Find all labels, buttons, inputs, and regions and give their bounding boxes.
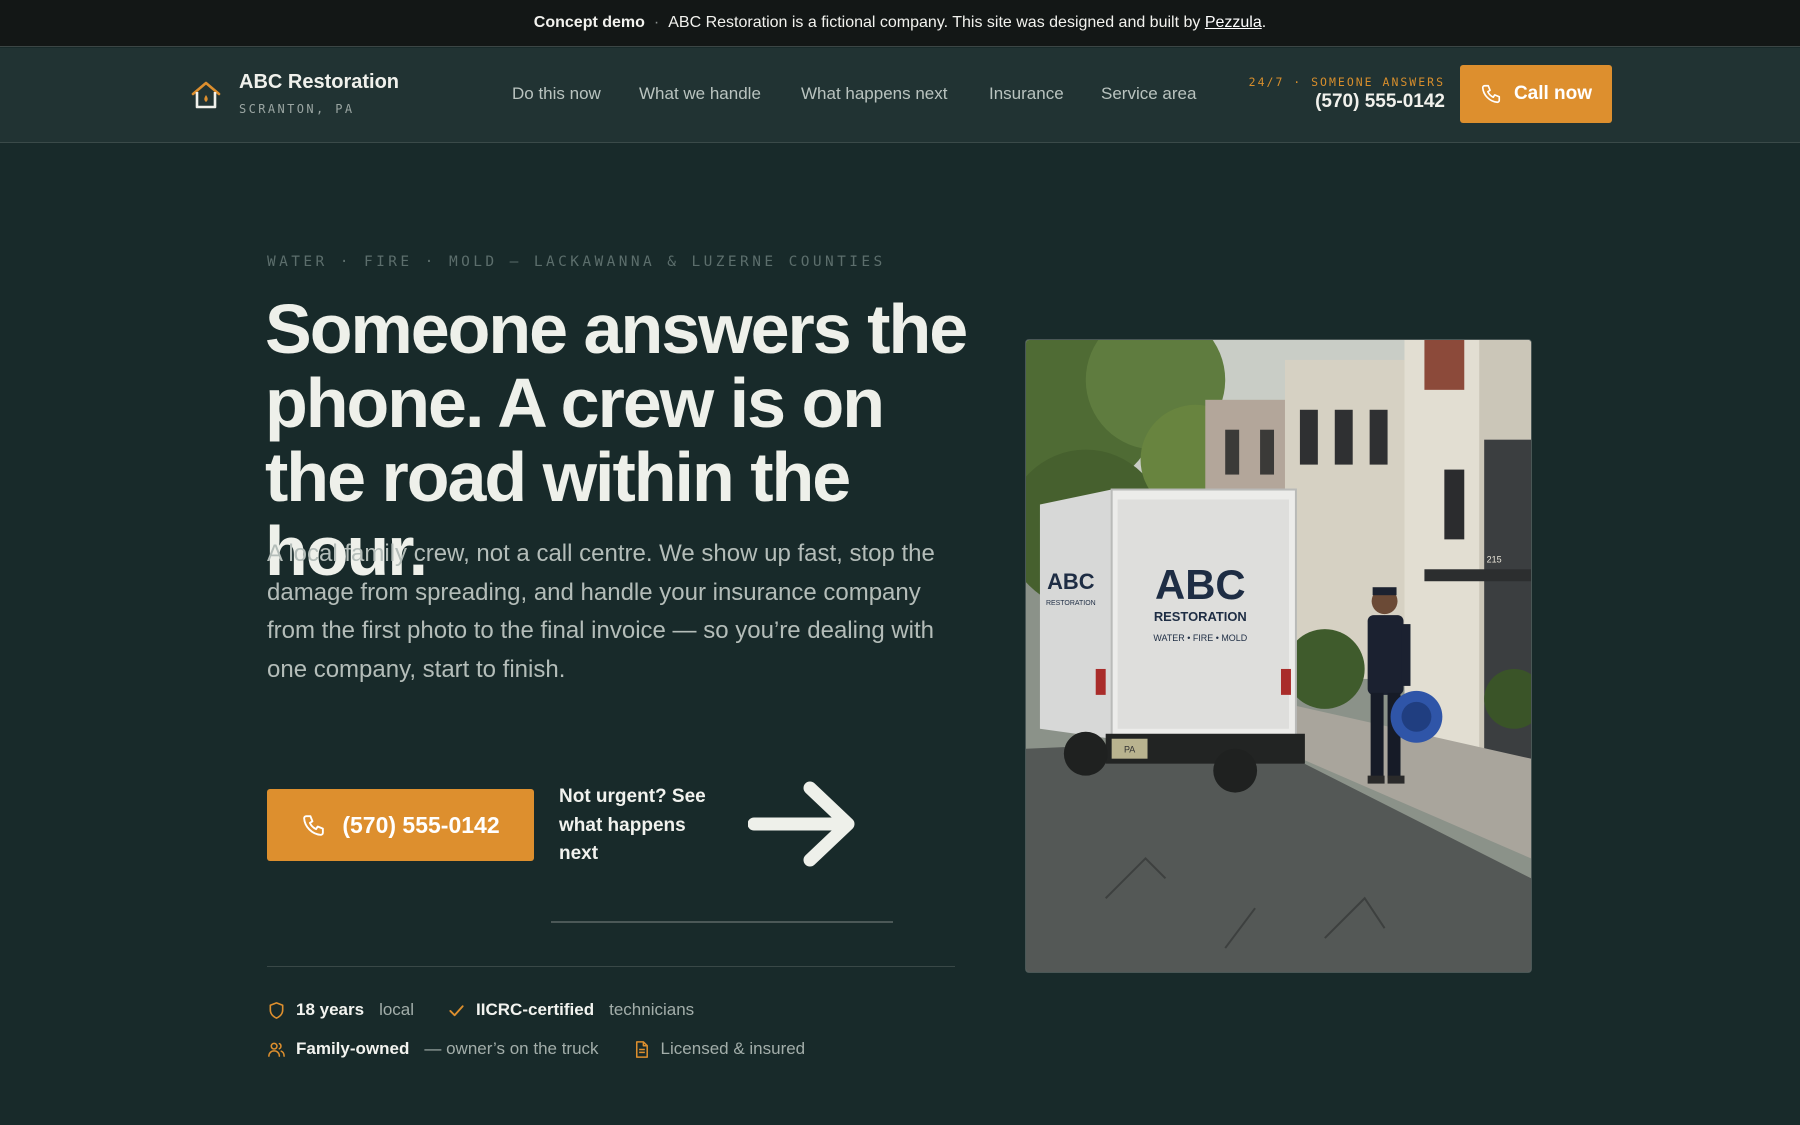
banner-end: . [1261, 14, 1267, 31]
truck-logo-text: ABC [1155, 561, 1246, 608]
badge-years-rest: local [379, 1000, 415, 1019]
arrow-right-icon[interactable] [748, 776, 864, 872]
link-underline [551, 921, 893, 923]
phone-icon [1481, 84, 1501, 104]
what-happens-next-link[interactable]: Not urgent? See what happens next [559, 783, 729, 869]
hero-lede: A local family crew, not a call centre. … [267, 540, 935, 683]
availability-tag: 24/7 · SOMEONE ANSWERS [1248, 75, 1445, 89]
header-call-info: 24/7 · SOMEONE ANSWERS (570) 555-0142 [1200, 75, 1445, 113]
brand-name[interactable]: ABC Restoration [239, 71, 399, 94]
badge-family-bold: Family-owned [296, 1039, 410, 1058]
hero-divider [267, 966, 955, 967]
banner-label: Concept demo [533, 14, 645, 31]
nav-do-this-now[interactable]: Do this now [512, 84, 601, 104]
phone-icon [303, 814, 325, 836]
pezzula-link[interactable]: Pezzula [1205, 14, 1262, 32]
badge-licensed: Licensed & insured [632, 1039, 806, 1059]
nav-service-area[interactable]: Service area [1101, 84, 1196, 104]
house-number: 215 [1487, 554, 1502, 564]
badge-family: Family-owned — owner’s on the truck [267, 1039, 599, 1059]
site-header: ABC Restoration SCRANTON, PA Do this now… [0, 48, 1800, 143]
nav-insurance[interactable]: Insurance [989, 84, 1064, 104]
badge-family-rest: — owner’s on the truck [424, 1039, 599, 1058]
badge-licensed-text: Licensed & insured [660, 1039, 806, 1058]
shield-icon [269, 1001, 284, 1019]
badge-certified-rest: technicians [609, 1000, 695, 1019]
call-now-button[interactable]: Call now [1460, 65, 1612, 123]
brand-location: SCRANTON, PA [239, 102, 355, 116]
badge-certified: IICRC-certified technicians [447, 1000, 694, 1020]
banner-text: ABC Restoration is a fictional company. … [668, 14, 1201, 31]
truck-side-sub: RESTORATION [1046, 600, 1096, 607]
demo-banner: Concept demo · ABC Restoration is a fict… [0, 0, 1800, 47]
license-plate: PA [1124, 745, 1135, 755]
hero-eyebrow: WATER · FIRE · MOLD — LACKAWANNA & LUZER… [267, 254, 886, 270]
nav-what-we-handle[interactable]: What we handle [639, 84, 761, 104]
call-now-label: Call now [1513, 83, 1593, 104]
truck-side-logo: ABC [1047, 569, 1095, 594]
trust-badges: 18 years local IICRC-certified technicia… [267, 998, 967, 1076]
check-icon [449, 1004, 464, 1016]
badge-years: 18 years local [267, 1000, 414, 1020]
users-icon [268, 1042, 285, 1057]
phone-call-label: (570) 555-0142 [342, 811, 500, 838]
truck-tag-text: WATER • FIRE • MOLD [1153, 633, 1247, 643]
badge-certified-bold: IICRC-certified [476, 1000, 595, 1019]
truck-street-illustration: ABC RESTORATION WATER • FIRE • MOLD ABC … [1026, 340, 1531, 972]
nav-what-happens-next[interactable]: What happens next [801, 84, 947, 104]
document-icon [635, 1040, 648, 1058]
truck-sub-text: RESTORATION [1154, 609, 1247, 624]
house-icon[interactable] [190, 80, 222, 110]
phone-call-button[interactable]: (570) 555-0142 [267, 789, 534, 861]
header-phone-number[interactable]: (570) 555-0142 [1200, 91, 1445, 113]
badge-years-bold: 18 years [296, 1000, 365, 1019]
hero-photo: ABC RESTORATION WATER • FIRE • MOLD ABC … [1025, 339, 1532, 973]
banner-separator: · [653, 14, 660, 31]
